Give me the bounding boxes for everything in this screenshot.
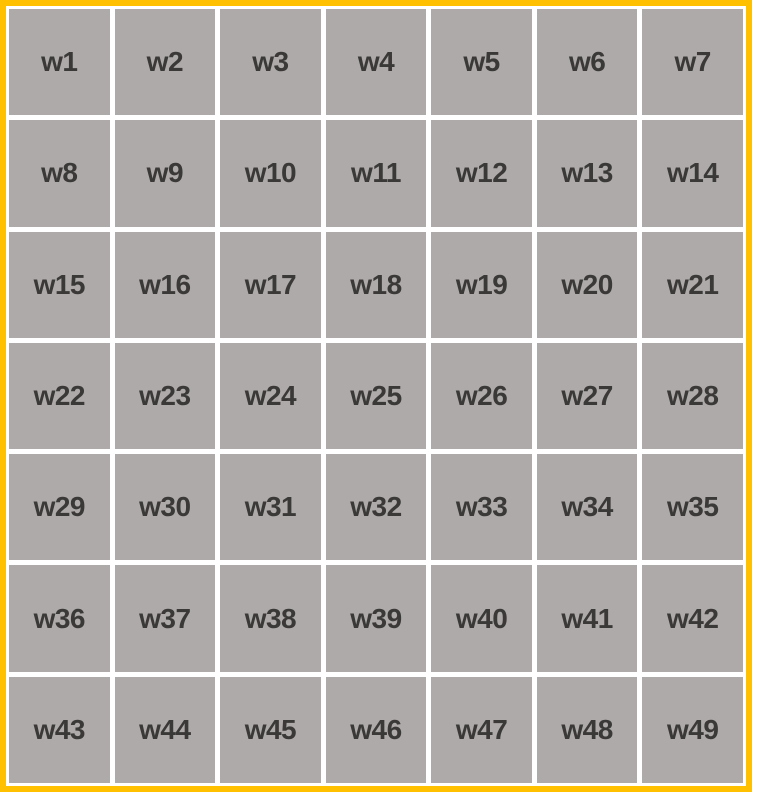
cell-label: w26: [455, 379, 508, 411]
cell-label: w19: [455, 268, 508, 300]
grid-cell: w37: [114, 565, 216, 672]
grid-cell: w1: [9, 9, 110, 116]
grid-cell: w30: [114, 454, 216, 561]
cell-label: w10: [244, 157, 297, 189]
cell-label: w29: [33, 491, 86, 523]
grid-cell: w29: [9, 454, 110, 561]
cell-label: w7: [674, 46, 712, 78]
cell-label: w44: [139, 713, 191, 745]
cell-label: w18: [350, 268, 402, 300]
grid-cell: w3: [220, 9, 321, 116]
cell-label: w20: [561, 268, 613, 300]
cell-label: w4: [357, 46, 395, 78]
cell-label: w40: [455, 602, 508, 634]
cell-label: w28: [666, 379, 719, 411]
cell-label: w3: [252, 46, 289, 78]
grid-cell: w34: [536, 454, 638, 561]
cell-label: w39: [350, 602, 402, 634]
grid-cell: w48: [536, 676, 638, 783]
grid-cell: w4: [325, 9, 427, 116]
grid-cell: w2: [114, 9, 216, 116]
grid-cell: w9: [114, 120, 216, 227]
cell-label: w33: [455, 491, 508, 523]
grid-cell: w26: [431, 342, 532, 450]
grid-cell: w45: [220, 676, 321, 783]
grid-cell: w40: [431, 565, 532, 672]
cell-label: w45: [244, 713, 297, 745]
grid-cell: w20: [536, 231, 638, 338]
cell-label: w6: [568, 46, 606, 78]
cell-label: w27: [561, 379, 613, 411]
cell-label: w24: [244, 379, 297, 411]
cell-label: w17: [244, 268, 297, 300]
cell-label: w31: [244, 491, 297, 523]
cell-label: w42: [666, 602, 719, 634]
cell-label: w48: [561, 713, 613, 745]
grid-cell: w32: [325, 454, 427, 561]
grid-cell: w46: [325, 676, 427, 783]
grid-cell: w12: [431, 120, 532, 227]
cell-label: w41: [561, 602, 613, 634]
grid-cell: w44: [114, 676, 216, 783]
grid-cell: w7: [642, 9, 743, 116]
grid-cell: w15: [9, 231, 110, 338]
cell-label: w2: [146, 46, 184, 78]
grid-cell: w49: [642, 676, 743, 783]
cell-label: w11: [351, 157, 401, 189]
grid-cell: w43: [9, 676, 110, 783]
grid-cell: w28: [642, 342, 743, 450]
cell-label: w36: [33, 602, 86, 634]
cell-label: w38: [244, 602, 297, 634]
grid-cell: w21: [642, 231, 743, 338]
grid-cell: w8: [9, 120, 110, 227]
grid-cell: w10: [220, 120, 321, 227]
cell-label: w8: [41, 157, 78, 189]
grid-cell: w11: [325, 120, 427, 227]
cell-label: w43: [33, 713, 86, 745]
grid-cell: w23: [114, 342, 216, 450]
grid-cell: w31: [220, 454, 321, 561]
grid-cell: w5: [431, 9, 532, 116]
cell-label: w9: [146, 157, 184, 189]
cell-label: w23: [139, 379, 191, 411]
grid-cell: w18: [325, 231, 427, 338]
grid-cell: w16: [114, 231, 216, 338]
grid-cell: w35: [642, 454, 743, 561]
grid-cell: w19: [431, 231, 532, 338]
cell-label: w49: [666, 713, 719, 745]
grid-cell: w33: [431, 454, 532, 561]
cell-label: w13: [561, 157, 613, 189]
grid-cell: w14: [642, 120, 743, 227]
cell-label: w35: [666, 491, 719, 523]
cell-label: w5: [463, 46, 500, 78]
grid-cell: w13: [536, 120, 638, 227]
grid-cell: w22: [9, 342, 110, 450]
weight-grid: w1 w2 w3 w4 w5 w6 w7 w8 w9 w10 w11 w12 w13 w14 w15 w16 w…: [0, 0, 752, 792]
cell-label: w15: [33, 268, 86, 300]
grid-cell: w39: [325, 565, 427, 672]
grid-cell: w36: [9, 565, 110, 672]
grid-cell: w24: [220, 342, 321, 450]
cell-label: w34: [561, 491, 613, 523]
cell-label: w47: [455, 713, 508, 745]
grid-cell: w17: [220, 231, 321, 338]
grid-cell: w25: [325, 342, 427, 450]
grid-cell: w42: [642, 565, 743, 672]
cell-label: w46: [350, 713, 402, 745]
cell-label: w22: [33, 379, 86, 411]
grid-cell: w27: [536, 342, 638, 450]
cell-label: w25: [350, 379, 402, 411]
grid-cell: w38: [220, 565, 321, 672]
cell-label: w37: [139, 602, 191, 634]
cell-label: w14: [666, 157, 719, 189]
cell-label: w1: [41, 46, 78, 78]
cell-label: w32: [350, 491, 402, 523]
grid-cell: w47: [431, 676, 532, 783]
cell-label: w21: [666, 268, 719, 300]
cell-label: w12: [455, 157, 508, 189]
grid-cell: w41: [536, 565, 638, 672]
cell-label: w30: [139, 491, 191, 523]
grid-cell: w6: [536, 9, 638, 116]
cell-label: w16: [139, 268, 191, 300]
